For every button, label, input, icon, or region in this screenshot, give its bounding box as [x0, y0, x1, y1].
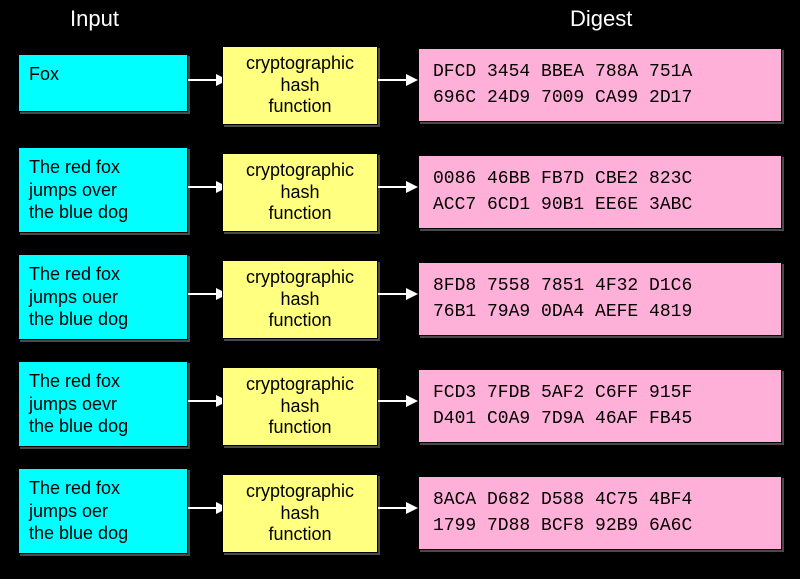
- digest-output: FCD3 7FDB 5AF2 C6FF 915F D401 C0A9 7D9A …: [418, 369, 782, 443]
- input-text: The red foxjumps oerthe blue dog: [18, 468, 188, 554]
- diagram-row: The red foxjumps oevrthe blue dog crypto…: [0, 361, 800, 461]
- arrow-icon: [378, 391, 418, 411]
- diagram-row: The red foxjumps overthe blue dog crypto…: [0, 147, 800, 247]
- arrow-icon: [378, 498, 418, 518]
- digest-output: 8FD8 7558 7851 4F32 D1C6 76B1 79A9 0DA4 …: [418, 262, 782, 336]
- header-input: Input: [70, 6, 119, 32]
- arrow-icon: [378, 284, 418, 304]
- input-text: The red foxjumps ouerthe blue dog: [18, 254, 188, 340]
- digest-output: 8ACA D682 D588 4C75 4BF4 1799 7D88 BCF8 …: [418, 476, 782, 550]
- diagram-row: The red foxjumps ouerthe blue dog crypto…: [0, 254, 800, 354]
- diagram-row: The red foxjumps oerthe blue dog cryptog…: [0, 468, 800, 568]
- hash-function-box: cryptographichashfunction: [222, 474, 378, 553]
- digest-output: 0086 46BB FB7D CBE2 823C ACC7 6CD1 90B1 …: [418, 155, 782, 229]
- input-text: The red foxjumps overthe blue dog: [18, 147, 188, 233]
- diagram-row: Fox cryptographichashfunction DFCD 3454 …: [0, 40, 800, 140]
- digest-output: DFCD 3454 BBEA 788A 751A 696C 24D9 7009 …: [418, 48, 782, 122]
- hash-function-box: cryptographichashfunction: [222, 46, 378, 125]
- arrow-icon: [378, 177, 418, 197]
- input-text: Fox: [18, 54, 188, 112]
- arrow-icon: [378, 70, 418, 90]
- hash-function-box: cryptographichashfunction: [222, 153, 378, 232]
- hash-function-box: cryptographichashfunction: [222, 260, 378, 339]
- hash-function-box: cryptographichashfunction: [222, 367, 378, 446]
- header-digest: Digest: [570, 6, 632, 32]
- input-text: The red foxjumps oevrthe blue dog: [18, 361, 188, 447]
